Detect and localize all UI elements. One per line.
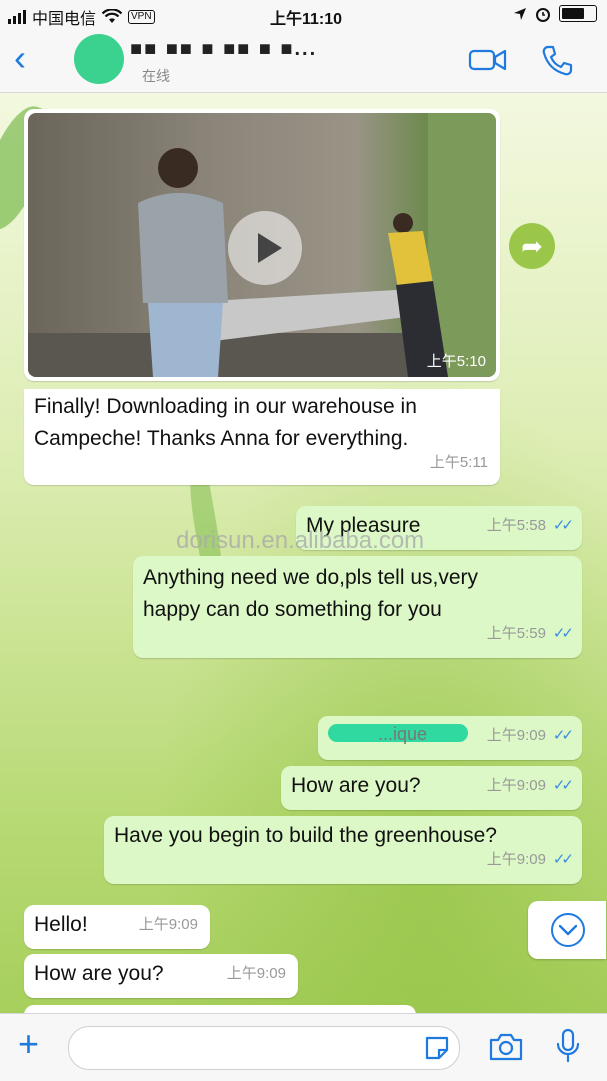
- avatar[interactable]: [74, 34, 124, 84]
- message-outgoing[interactable]: Anything need we do,pls tell us,very hap…: [133, 556, 582, 658]
- message-time: 上午9:09: [486, 727, 546, 744]
- message-text: Campeche! Thanks Anna for everything.: [34, 427, 409, 450]
- watermark: dorisun.en.alibaba.com: [176, 527, 425, 554]
- attach-plus-button[interactable]: +: [18, 1026, 39, 1062]
- read-receipt-icon: ✓✓: [552, 625, 574, 642]
- message-text: Have you begin to build the greenhouse?: [114, 824, 497, 847]
- vpn-badge: VPN: [128, 10, 155, 24]
- message-incoming[interactable]: Hello! 上午9:09: [24, 905, 210, 949]
- carrier-label: 中国电信: [32, 11, 97, 28]
- message-outgoing[interactable]: How are you? 上午9:09 ✓✓: [281, 766, 582, 810]
- microphone-icon[interactable]: [554, 1028, 582, 1064]
- presence-status: 在线: [142, 68, 170, 84]
- sticker-icon[interactable]: [423, 1034, 451, 1062]
- message-time: 上午5:10: [426, 353, 486, 370]
- message-text: Anything need we do,pls tell us,very: [143, 566, 479, 589]
- back-button[interactable]: ‹: [14, 40, 26, 76]
- camera-icon[interactable]: [488, 1032, 524, 1062]
- message-incoming[interactable]: [24, 1005, 416, 1013]
- message-text: happy can do something for you: [143, 598, 442, 621]
- read-receipt-icon: ✓✓: [552, 777, 574, 794]
- battery-icon: [559, 5, 597, 22]
- video-thumbnail: 上午5:10: [28, 113, 496, 377]
- scroll-to-bottom-button[interactable]: [528, 901, 606, 959]
- wifi-icon: [102, 9, 123, 23]
- read-receipt-icon: ✓✓: [552, 517, 574, 534]
- message-time: 上午5:59: [486, 625, 546, 642]
- chat-header: ‹ ■■ ■■ ■ ■■ ■ ■... 在线: [0, 30, 607, 93]
- message-text: ...ique: [378, 724, 428, 744]
- clock: 上午11:10: [270, 11, 343, 28]
- video-call-icon[interactable]: [468, 44, 508, 76]
- message-time: 上午5:58: [486, 517, 546, 534]
- status-bar: 中国电信 VPN 上午11:10: [0, 0, 607, 30]
- read-receipt-icon: ✓✓: [552, 851, 574, 868]
- message-text: Finally! Downloading in our warehouse in: [34, 395, 417, 418]
- message-incoming[interactable]: How are you? 上午9:09: [24, 954, 298, 998]
- chevron-down-icon: [551, 913, 585, 947]
- message-input[interactable]: [68, 1026, 460, 1070]
- contact-name[interactable]: ■■ ■■ ■ ■■ ■ ■...: [130, 38, 317, 61]
- message-composer: +: [0, 1013, 607, 1081]
- play-icon[interactable]: [228, 211, 302, 285]
- message-time: 上午9:09: [226, 965, 286, 982]
- message-time: 上午5:11: [429, 454, 488, 471]
- message-time: 上午9:09: [486, 851, 546, 868]
- message-time: 上午9:09: [138, 916, 198, 933]
- message-time: 上午9:09: [486, 777, 546, 794]
- read-receipt-icon: ✓✓: [552, 727, 574, 744]
- message-outgoing[interactable]: ...ique 上午9:09 ✓✓: [318, 716, 582, 760]
- message-incoming[interactable]: Finally! Downloading in our warehouse in…: [24, 389, 500, 485]
- share-icon[interactable]: ➦: [509, 223, 555, 269]
- signal-icon: [8, 10, 26, 24]
- message-text: Hello!: [34, 913, 88, 936]
- message-outgoing[interactable]: Have you begin to build the greenhouse? …: [104, 816, 582, 884]
- alarm-icon: [536, 7, 550, 22]
- phone-call-icon[interactable]: [540, 44, 574, 78]
- message-text: How are you?: [34, 962, 164, 985]
- message-text: How are you?: [291, 774, 421, 797]
- video-message[interactable]: 上午5:10: [24, 109, 500, 381]
- location-icon: [514, 7, 526, 20]
- chat-area[interactable]: 上午5:10 ➦ Finally! Downloading in our war…: [0, 93, 607, 1013]
